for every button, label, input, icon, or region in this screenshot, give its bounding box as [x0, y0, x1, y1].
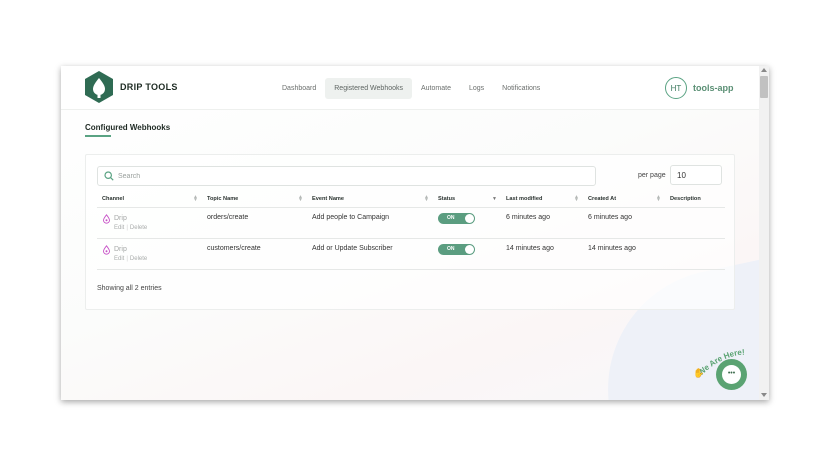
last-modified-cell: 14 minutes ago: [501, 238, 583, 270]
user-avatar[interactable]: HT: [665, 77, 687, 99]
table-header-row: Channel ▲ ▼ Topic Name ▲ ▼ Event Name ▲ ▼ Stat…: [97, 192, 725, 208]
status-cell: ON: [433, 207, 501, 239]
topic-cell: orders/create: [202, 207, 307, 239]
scroll-down-arrow-icon[interactable]: [761, 393, 767, 397]
event-cell: Add people to Campaign: [307, 207, 433, 239]
description-cell: [665, 238, 725, 270]
scroll-up-arrow-icon[interactable]: [761, 68, 767, 72]
column-header-description[interactable]: Description: [665, 192, 725, 208]
description-cell: [665, 207, 725, 239]
sort-desc-icon: ▼: [492, 196, 497, 202]
created-at-cell: 6 minutes ago: [583, 207, 665, 239]
status-cell: ON: [433, 238, 501, 270]
channel-name: Drip: [114, 215, 127, 222]
edit-link[interactable]: Edit: [114, 256, 124, 262]
scroll-thumb[interactable]: [760, 76, 768, 98]
search-icon: [104, 171, 114, 181]
nav-notifications[interactable]: Notifications: [493, 78, 549, 99]
nav-dashboard[interactable]: Dashboard: [273, 78, 325, 99]
column-header-label: Created At: [588, 196, 617, 203]
app-name[interactable]: tools-app: [693, 83, 734, 93]
wave-hand-icon: ✋: [693, 367, 704, 378]
column-header-label: Event Name: [312, 196, 345, 203]
column-header-label: Channel: [102, 196, 125, 203]
column-header-channel[interactable]: Channel ▲ ▼: [97, 192, 202, 208]
column-header-created-at[interactable]: Created At ▲ ▼: [583, 192, 665, 208]
channel-cell: Drip Edit | Delete: [97, 207, 202, 239]
toggle-knob: [465, 244, 474, 254]
drip-icon: [103, 244, 110, 255]
sort-icon: ▲ ▼: [298, 194, 303, 203]
sort-icon: ▲ ▼: [193, 194, 198, 203]
sort-icon: ▲ ▼: [424, 194, 429, 203]
delete-link[interactable]: Delete: [130, 225, 147, 231]
status-toggle[interactable]: ON: [438, 212, 475, 224]
vertical-scrollbar[interactable]: [759, 66, 769, 400]
webhooks-table: Channel ▲ ▼ Topic Name ▲ ▼ Event Name ▲ ▼ Stat…: [97, 192, 725, 270]
app-window: DRIP TOOLS Dashboard Registered Webhooks…: [61, 66, 769, 400]
entries-summary: Showing all 2 entries: [97, 285, 162, 292]
created-at-cell: 14 minutes ago: [583, 238, 665, 270]
column-header-last-modified[interactable]: Last modified ▲ ▼: [501, 192, 583, 208]
column-header-label: Description: [670, 196, 701, 203]
edit-link[interactable]: Edit: [114, 225, 124, 231]
column-header-label: Status: [438, 196, 456, 203]
toggle-label: ON: [447, 215, 455, 221]
column-header-label: Topic Name: [207, 196, 239, 203]
last-modified-cell: 6 minutes ago: [501, 207, 583, 239]
page-title: Configured Webhooks: [85, 123, 171, 132]
status-toggle[interactable]: ON: [438, 243, 475, 255]
sort-icon: ▲ ▼: [656, 194, 661, 203]
nav-logs[interactable]: Logs: [460, 78, 493, 99]
topic-cell: customers/create: [202, 238, 307, 270]
drip-tools-logo: [85, 71, 113, 103]
chat-launcher-button[interactable]: •••: [716, 359, 747, 390]
column-header-event-name[interactable]: Event Name ▲ ▼: [307, 192, 433, 208]
event-cell: Add or Update Subscriber: [307, 238, 433, 270]
sort-icon: ▲ ▼: [574, 194, 579, 203]
webhooks-card: per page 10 Channel ▲▼ Topic Name ▲▼ Event…: [85, 154, 735, 310]
delete-link[interactable]: Delete: [130, 256, 147, 262]
top-header: DRIP TOOLS Dashboard Registered Webhooks…: [61, 66, 759, 110]
toggle-label: ON: [447, 246, 455, 252]
channel-name: Drip: [114, 246, 127, 253]
brand-name: DRIP TOOLS: [120, 82, 178, 92]
chat-icon: •••: [722, 365, 741, 384]
table-row: Drip Edit | Delete orders/create Add peopl…: [97, 207, 725, 239]
column-header-topic-name[interactable]: Topic Name ▲ ▼: [202, 192, 307, 208]
search-input[interactable]: [118, 170, 578, 183]
column-header-label: Last modified: [506, 196, 543, 203]
search-box[interactable]: [97, 166, 596, 186]
per-page-label: per page: [638, 172, 666, 179]
channel-cell: Drip Edit | Delete: [97, 238, 202, 270]
column-header-status[interactable]: Status ▼: [433, 192, 501, 208]
main-nav: Dashboard Registered Webhooks Automate L…: [273, 78, 549, 99]
toggle-knob: [465, 213, 474, 223]
per-page-input[interactable]: 10: [670, 165, 722, 185]
title-underline: [85, 135, 111, 137]
nav-automate[interactable]: Automate: [412, 78, 460, 99]
drip-icon: [103, 213, 110, 224]
app-content: DRIP TOOLS Dashboard Registered Webhooks…: [61, 66, 759, 400]
nav-registered-webhooks[interactable]: Registered Webhooks: [325, 78, 412, 99]
table-row: Drip Edit | Delete customers/create Add or…: [97, 238, 725, 270]
